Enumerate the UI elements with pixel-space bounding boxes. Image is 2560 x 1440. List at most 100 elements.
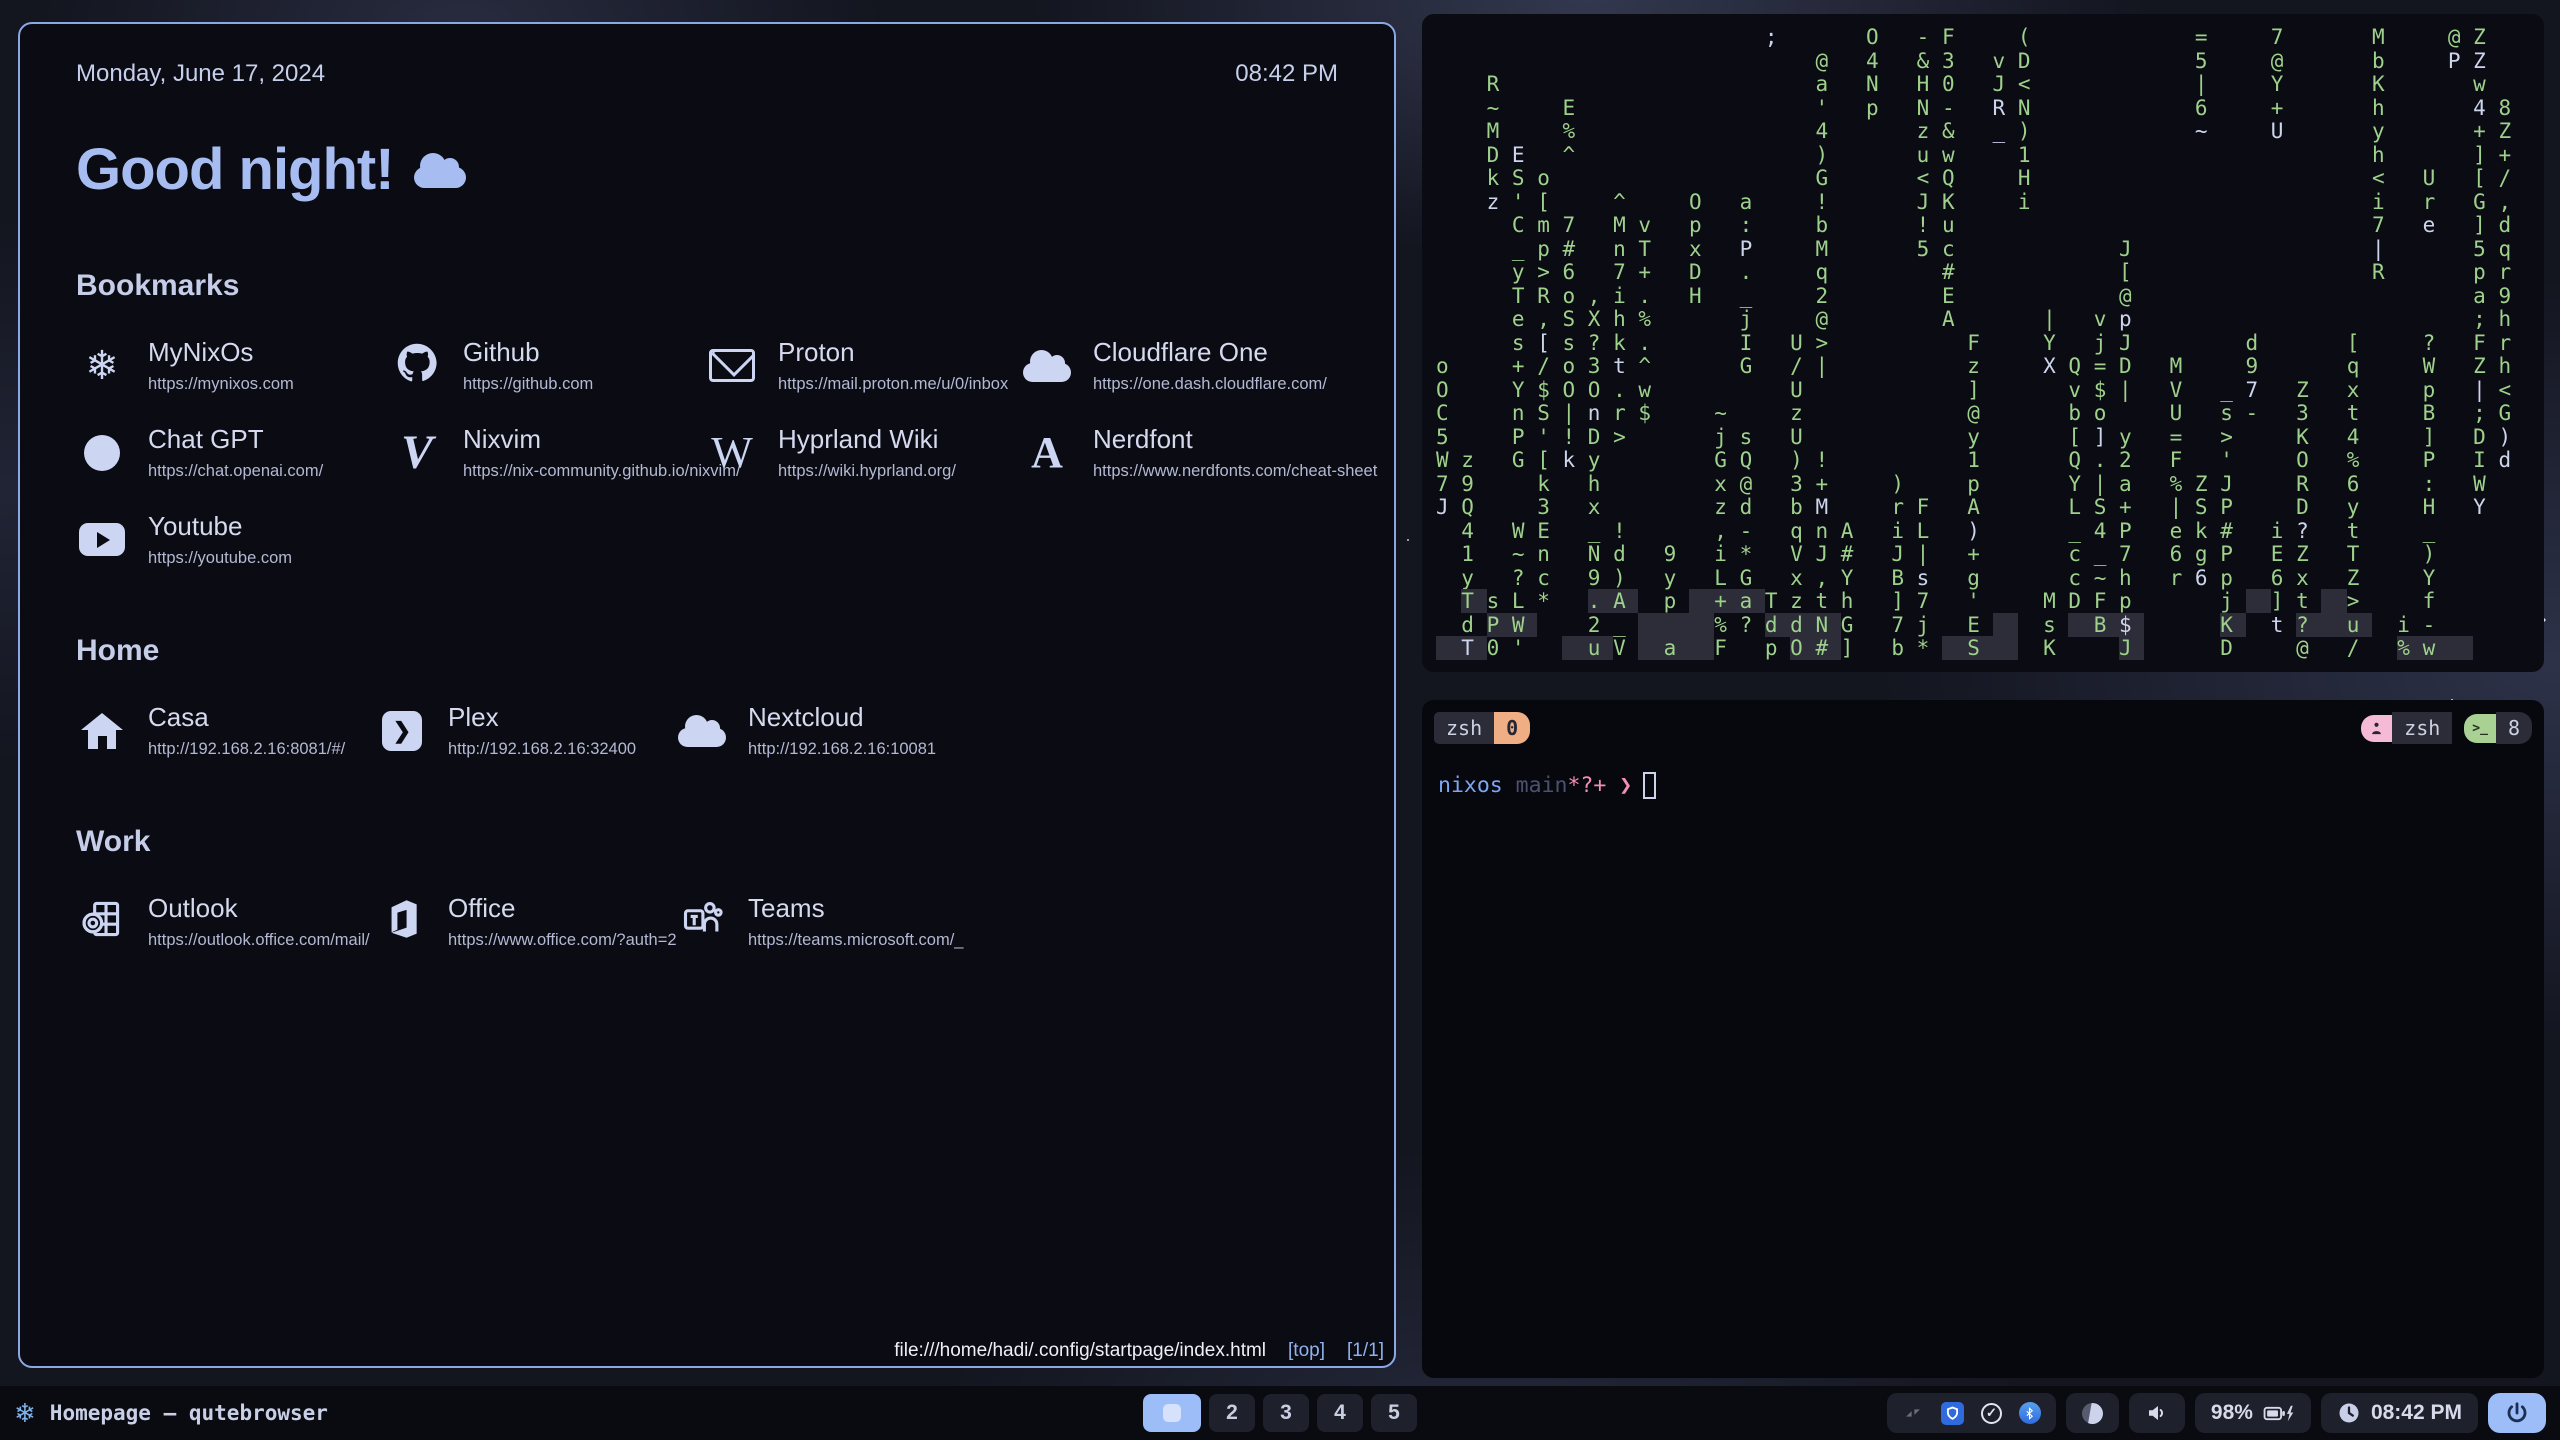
bookmark-item[interactable]: Nextcloudhttp://192.168.2.16:10081 bbox=[676, 702, 1338, 759]
bookmark-url: https://mynixos.com bbox=[148, 375, 294, 394]
battery-charging-icon bbox=[2263, 1401, 2295, 1426]
bookmark-item[interactable]: Cloudflare One https://one.dash.cloudflar… bbox=[1021, 337, 1377, 394]
browser-window[interactable]: Monday, June 17, 2024 08:42 PM Good nigh… bbox=[18, 22, 1396, 1368]
bookmark-name: Outlook bbox=[148, 893, 370, 924]
bookmark-name: Nerdfont bbox=[1093, 424, 1377, 455]
bookmark-item[interactable]: Proton https://mail.proton.me/u/0/inbox bbox=[706, 337, 1021, 394]
clock-module: 08:42 PM bbox=[2321, 1393, 2478, 1433]
statusbar-tab-count: [1/1] bbox=[1347, 1340, 1384, 1361]
bookmark-name: Chat GPT bbox=[148, 424, 323, 455]
workspace-2[interactable]: 2 bbox=[1209, 1394, 1255, 1432]
chat-bubble-icon bbox=[76, 435, 128, 471]
hyprland-w-icon: W bbox=[706, 427, 758, 478]
night-cloud-icon bbox=[414, 167, 466, 188]
workspace-label: 3 bbox=[1280, 1401, 1292, 1425]
sync-tray-icon[interactable] bbox=[1902, 1402, 1924, 1424]
bookmark-url: https://github.com bbox=[463, 375, 593, 394]
bookmark-name: MyNixOs bbox=[148, 337, 294, 368]
tmux-segment: zsh bbox=[1434, 712, 1494, 744]
bookmark-name: Youtube bbox=[148, 511, 292, 542]
bookmark-url: http://192.168.2.16:32400 bbox=[448, 740, 636, 759]
volume-control[interactable] bbox=[2129, 1393, 2185, 1433]
workspace-4[interactable]: 4 bbox=[1317, 1394, 1363, 1432]
bookmark-url: https://youtube.com bbox=[148, 549, 292, 568]
bookmark-item[interactable]: Casa http://192.168.2.16:8081/#/ bbox=[76, 702, 376, 759]
bookmark-item[interactable]: Youtube https://youtube.com bbox=[76, 511, 391, 568]
bookmark-url: https://teams.microsoft.com/_ bbox=[748, 931, 963, 950]
matrix-rain: ; O - F ( = 7 M @ Z @ 4 & 3 v D 5 @ b P … bbox=[1422, 14, 2544, 661]
section-title: Bookmarks bbox=[76, 269, 1338, 303]
terminal-shell-window[interactable]: zsh0 zsh>_8 nixos main*?+ ❯ bbox=[1422, 700, 2544, 1378]
youtube-play-icon bbox=[76, 523, 128, 556]
bookmark-item[interactable]: ANerdfonthttps://www.nerdfonts.com/cheat… bbox=[1021, 424, 1377, 481]
bookmark-item[interactable]: Githubhttps://github.com bbox=[391, 337, 706, 394]
home-icon bbox=[76, 713, 128, 749]
greeting: Good night! bbox=[76, 136, 1338, 203]
moon-icon bbox=[2082, 1403, 2103, 1424]
workspace-3[interactable]: 3 bbox=[1263, 1394, 1309, 1432]
bookmark-url: https://outlook.office.com/mail/ bbox=[148, 931, 370, 950]
bookmark-item[interactable]: Teams https://teams.microsoft.com/_ bbox=[676, 893, 1338, 950]
active-workspace-indicator bbox=[1163, 1404, 1181, 1422]
prompt-segment: nixos bbox=[1438, 773, 1503, 798]
workspace-switcher: 2 3 4 5 bbox=[1143, 1394, 1417, 1432]
person-icon bbox=[2361, 715, 2392, 742]
bookmark-url: https://one.dash.cloudflare.com/ bbox=[1093, 375, 1327, 394]
cloud-icon bbox=[1021, 349, 1073, 382]
statusbar-url: file:///home/hadi/.config/startpage/inde… bbox=[894, 1340, 1266, 1361]
bookmark-name: Office bbox=[448, 893, 677, 924]
bookmark-name: Nixvim bbox=[463, 424, 741, 455]
section-grid: Casahttp://192.168.2.16:8081/#/❯Plexhttp… bbox=[76, 702, 1338, 759]
workspace-label: 5 bbox=[1388, 1401, 1400, 1425]
bookmark-url: http://192.168.2.16:8081/#/ bbox=[148, 740, 345, 759]
bookmark-name: Casa bbox=[148, 702, 345, 733]
bookmark-item[interactable]: Officehttps://www.office.com/?auth=2 bbox=[376, 893, 676, 950]
workspace-1[interactable] bbox=[1143, 1394, 1201, 1432]
teams-icon bbox=[676, 897, 728, 946]
workspace-5[interactable]: 5 bbox=[1371, 1394, 1417, 1432]
bookmark-url: https://www.nerdfonts.com/cheat-sheet bbox=[1093, 462, 1377, 481]
bluetooth-tray-icon[interactable] bbox=[2019, 1402, 2041, 1424]
bookmark-name: Proton bbox=[778, 337, 1008, 368]
qutebrowser-statusbar: file:///home/hadi/.config/startpage/inde… bbox=[894, 1340, 1384, 1362]
terminal-matrix-window[interactable]: ; O - F ( = 7 M @ Z @ 4 & 3 v D 5 @ b P … bbox=[1422, 14, 2544, 672]
bookmark-item[interactable]: Outlook https://outlook.office.com/mail/ bbox=[76, 893, 376, 950]
nixos-snowflake-icon: ❄ bbox=[14, 1398, 36, 1429]
speaker-icon bbox=[2145, 1401, 2169, 1425]
active-window-title: Homepage — qutebrowser bbox=[50, 1401, 328, 1425]
bookmark-url: https://nix-community.github.io/nixvim/ bbox=[463, 462, 741, 481]
bookmark-name: Plex bbox=[448, 702, 636, 733]
date-text: Monday, June 17, 2024 bbox=[76, 60, 325, 88]
bookmark-name: Cloudflare One bbox=[1093, 337, 1327, 368]
bookmark-name: Hyprland Wiki bbox=[778, 424, 956, 455]
power-button[interactable] bbox=[2488, 1393, 2546, 1433]
bookmark-url: https://mail.proton.me/u/0/inbox bbox=[778, 375, 1008, 394]
section-grid: ❄ MyNixOs https://mynixos.com Githubhttps:/… bbox=[76, 337, 1338, 568]
tmux-segment: 8 bbox=[2496, 712, 2532, 744]
bookmark-item[interactable]: WHyprland Wikihttps://wiki.hyprland.org/ bbox=[706, 424, 1021, 481]
bookmark-item[interactable]: ❄ MyNixOs https://mynixos.com bbox=[76, 337, 391, 394]
startpage-sections: Bookmarks ❄ MyNixOs https://mynixos.com Gith… bbox=[76, 269, 1338, 950]
tmux-segment: zsh bbox=[2392, 712, 2452, 744]
battery-status: 98% bbox=[2195, 1393, 2311, 1433]
section-title: Work bbox=[76, 825, 1338, 859]
tmux-status-bar: zsh0 zsh>_8 bbox=[1434, 712, 2532, 744]
nixos-snowflake-icon: ❄ bbox=[76, 343, 128, 389]
terminal-cursor bbox=[1643, 772, 1656, 799]
shell-prompt[interactable]: nixos main*?+ ❯ bbox=[1438, 772, 2532, 799]
check-tray-icon[interactable]: ✓ bbox=[1981, 1403, 2002, 1424]
bookmark-item[interactable]: Chat GPT https://chat.openai.com/ bbox=[76, 424, 391, 481]
system-tray[interactable]: ✓ bbox=[1887, 1393, 2056, 1433]
bar-right-modules: ✓ 98% 08:42 PM bbox=[1887, 1393, 2546, 1433]
shield-tray-icon[interactable] bbox=[1941, 1402, 1964, 1425]
bookmark-url: https://chat.openai.com/ bbox=[148, 462, 323, 481]
section-title: Home bbox=[76, 634, 1338, 668]
github-icon bbox=[391, 341, 443, 390]
power-icon bbox=[2504, 1400, 2530, 1426]
bookmark-item[interactable]: ❯Plexhttp://192.168.2.16:32400 bbox=[376, 702, 676, 759]
night-light-toggle[interactable] bbox=[2066, 1393, 2119, 1433]
bookmark-name: Teams bbox=[748, 893, 963, 924]
bookmark-url: http://192.168.2.16:10081 bbox=[748, 740, 936, 759]
bookmark-item[interactable]: VNixvimhttps://nix-community.github.io/n… bbox=[391, 424, 706, 481]
tmux-right-status: zsh>_8 bbox=[2361, 712, 2532, 744]
